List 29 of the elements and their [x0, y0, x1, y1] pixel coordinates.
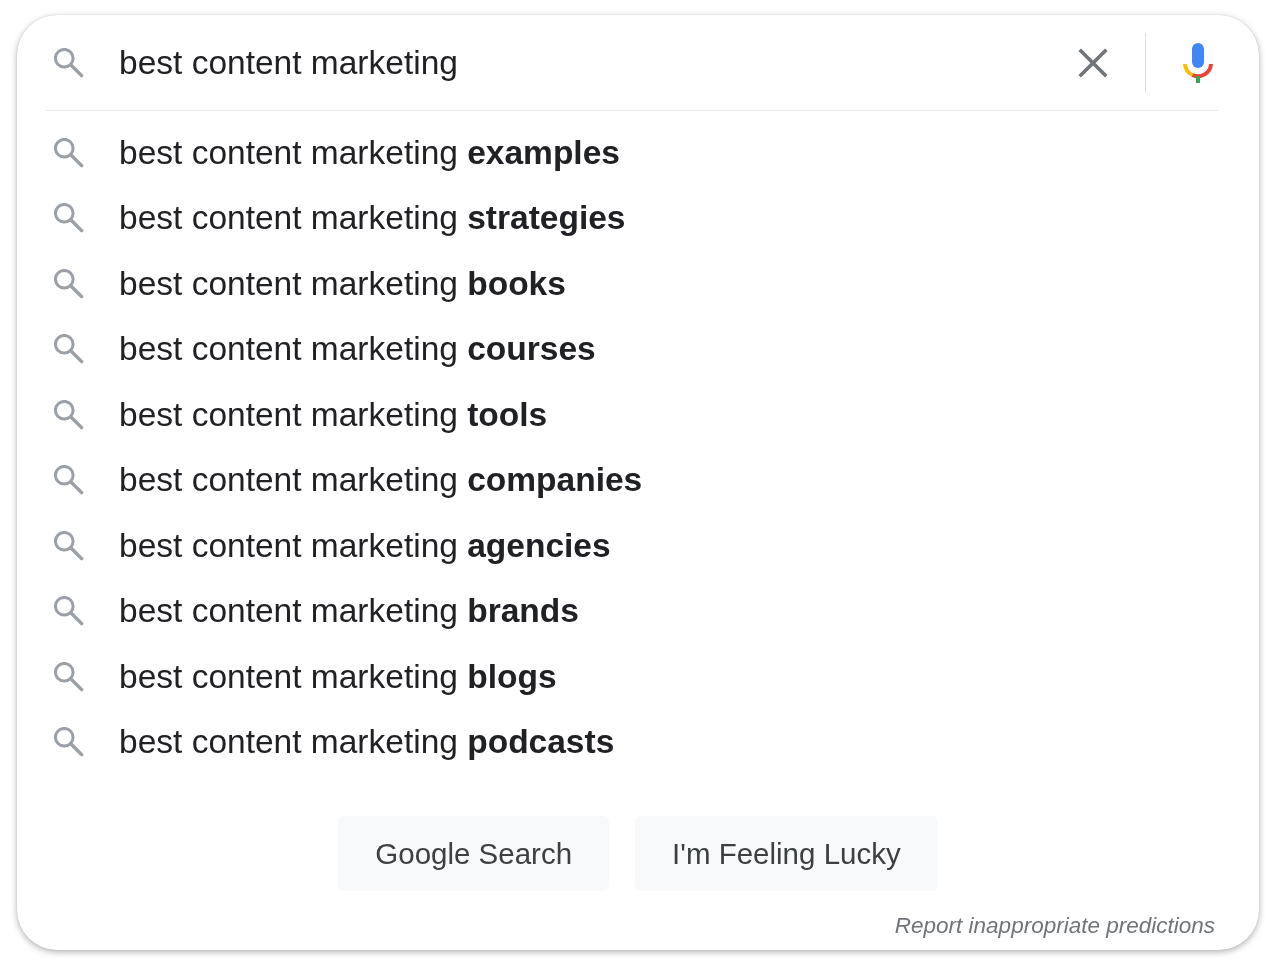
lucky-button[interactable]: I'm Feeling Lucky	[635, 816, 938, 891]
suggestion-link[interactable]: best content marketing tools	[119, 395, 548, 434]
suggestion-link[interactable]: best content marketing agencies	[119, 526, 611, 565]
search-icon	[54, 530, 84, 561]
suggestion-link[interactable]: best content marketing brands	[119, 592, 579, 631]
search-icon	[54, 334, 84, 365]
search-icon	[54, 47, 84, 78]
clear-button[interactable]	[1078, 47, 1108, 78]
close-icon	[1078, 47, 1108, 78]
search-icon	[54, 661, 84, 692]
search-icon	[54, 727, 84, 758]
report-link[interactable]: Report inappropriate predictions	[894, 913, 1215, 939]
search-icon	[54, 596, 84, 627]
search-button[interactable]: Google Search	[338, 816, 610, 891]
search-input[interactable]: best content marketing	[119, 40, 1058, 85]
search-icon	[54, 465, 84, 496]
suggestion-link[interactable]: best content marketing podcasts	[119, 723, 615, 762]
voice-search-button[interactable]	[1183, 42, 1213, 83]
search-icon	[54, 268, 84, 299]
suggestion-link[interactable]: best content marketing companies	[119, 461, 643, 500]
search-icon	[54, 399, 84, 430]
suggestion-link[interactable]: best content marketing courses	[119, 330, 596, 369]
suggestion-link[interactable]: best content marketing books	[119, 264, 566, 303]
suggestion-link[interactable]: best content marketing blogs	[119, 657, 557, 696]
microphone-icon	[1183, 42, 1213, 83]
suggestion-link[interactable]: best content marketing strategies	[119, 199, 626, 238]
suggestion-link[interactable]: best content marketing examples	[119, 133, 620, 172]
search-icon	[54, 137, 84, 168]
search-icon	[54, 203, 84, 234]
